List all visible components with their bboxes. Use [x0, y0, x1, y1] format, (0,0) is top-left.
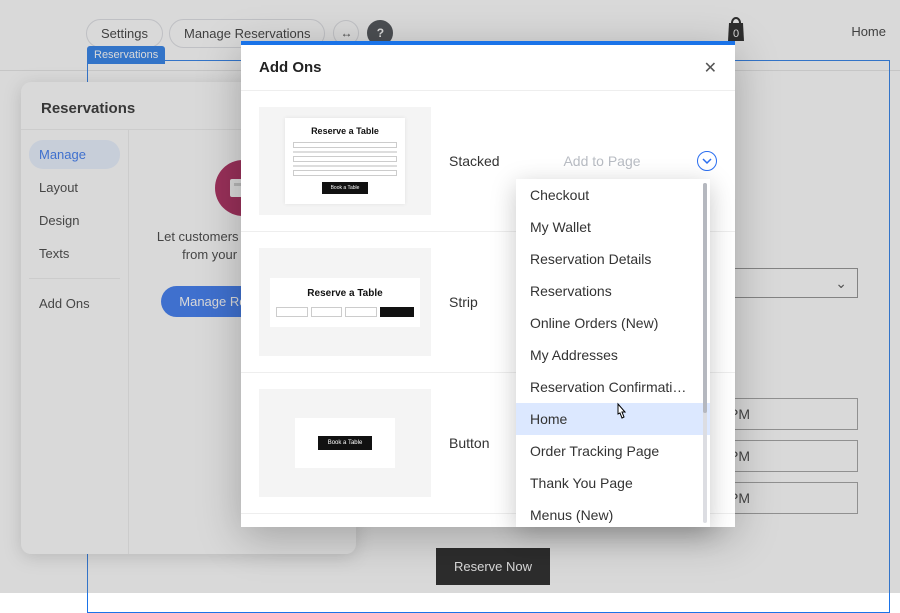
dropdown-scrollbar[interactable] [703, 183, 707, 523]
addon-label-button: Button [449, 435, 507, 451]
dropdown-item[interactable]: Thank You Page [516, 467, 710, 499]
dropdown-item[interactable]: Reservation Confirmati… [516, 371, 710, 403]
dropdown-item[interactable]: Home [516, 403, 710, 435]
dropdown-item[interactable]: Menus (New) [516, 499, 710, 527]
dropdown-item[interactable]: My Addresses [516, 339, 710, 371]
thumb-stacked: Reserve a Table Book a Table [259, 107, 431, 215]
dropdown-item[interactable]: Reservations [516, 275, 710, 307]
thumb-strip: Reserve a Table [259, 248, 431, 356]
addon-label-stacked: Stacked [449, 153, 507, 169]
thumb-button: Book a Table [259, 389, 431, 497]
modal-title: Add Ons [259, 59, 322, 76]
addon-label-strip: Strip [449, 294, 507, 310]
dropdown-item[interactable]: Online Orders (New) [516, 307, 710, 339]
dropdown-item[interactable]: Checkout [516, 179, 710, 211]
dropdown-item[interactable]: Reservation Details [516, 243, 710, 275]
dropdown-item[interactable]: Order Tracking Page [516, 435, 710, 467]
add-to-page-label: Add to Page [525, 153, 679, 169]
expand-button[interactable] [697, 151, 717, 171]
page-picker-dropdown: CheckoutMy WalletReservation DetailsRese… [516, 179, 710, 527]
close-icon[interactable]: ✕ [704, 58, 717, 78]
dropdown-item[interactable]: My Wallet [516, 211, 710, 243]
